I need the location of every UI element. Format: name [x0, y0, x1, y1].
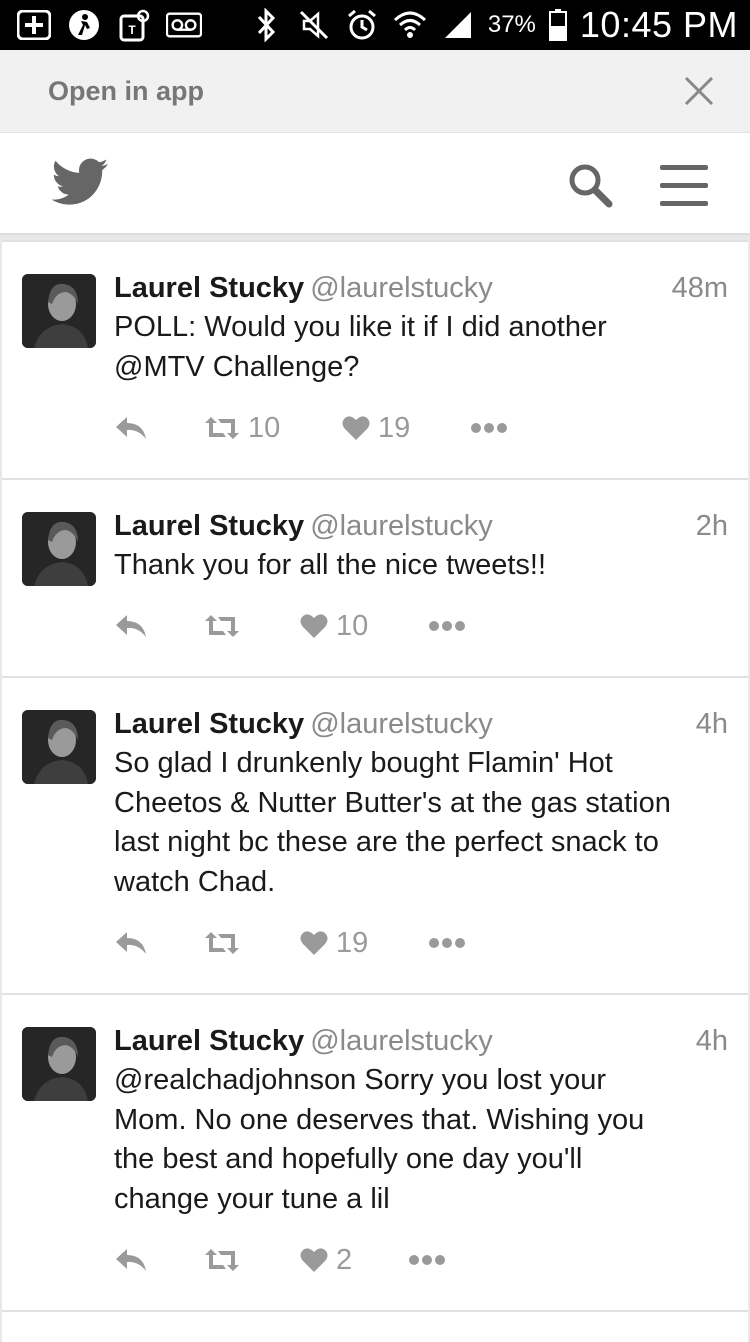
tweet-text-line: change your tune a lil	[114, 1182, 390, 1215]
tweet-timestamp[interactable]: 48m	[672, 270, 728, 306]
more-icon	[471, 423, 507, 433]
reply-icon	[116, 615, 146, 637]
more-icon	[429, 938, 465, 948]
author-handle[interactable]: @laurelstucky	[310, 1025, 493, 1057]
like-button[interactable]: 10	[300, 610, 428, 643]
author-handle[interactable]: @laurelstucky	[310, 708, 493, 740]
status-bar: T 37% 10:45 PM	[0, 0, 750, 50]
like-button[interactable]: 2	[300, 1244, 408, 1277]
carrier-app-icon: T	[116, 8, 152, 42]
heart-icon	[300, 1248, 328, 1272]
tweet-text-line: the best and hopefully one day you'll	[114, 1143, 583, 1175]
avatar[interactable]	[22, 710, 96, 784]
like-count: 2	[336, 1243, 353, 1276]
bluetooth-icon	[248, 8, 284, 42]
more-icon	[409, 1255, 445, 1265]
author-name[interactable]: Laurel Stucky	[114, 510, 304, 542]
retweet-button[interactable]: 10	[204, 412, 342, 445]
retweet-button[interactable]	[204, 930, 300, 956]
heart-icon	[300, 614, 328, 638]
mute-vibrate-icon	[296, 8, 332, 42]
avatar[interactable]	[22, 274, 96, 348]
wifi-icon	[392, 8, 428, 42]
like-count: 19	[336, 926, 369, 959]
reply-button[interactable]	[114, 415, 204, 441]
more-options-button[interactable]	[428, 937, 466, 949]
retweet-icon	[205, 417, 239, 439]
tweet[interactable]: Laurel Stucky @laurelstucky 4h @realchadj…	[2, 993, 748, 1310]
reply-button[interactable]	[114, 1247, 204, 1273]
tweet-timeline: Laurel Stucky @laurelstucky 48m POLL: Wou…	[0, 240, 750, 1342]
signal-icon	[440, 8, 476, 42]
clock: 10:45 PM	[579, 4, 738, 45]
tweet[interactable]: Laurel Stucky @laurelstucky 4h So glad I …	[2, 676, 748, 993]
twitter-bird-icon[interactable]	[51, 157, 110, 209]
tweet-text-line: POLL: Would you like it if I did another	[114, 311, 607, 343]
author-handle[interactable]: @laurelstucky	[310, 510, 493, 542]
tweet[interactable]: Laurel Stucky @laurelstucky 48m POLL: Wou…	[2, 240, 748, 478]
heart-icon	[342, 416, 370, 440]
tweet[interactable]	[2, 1310, 748, 1342]
voicemail-icon	[166, 8, 202, 42]
like-count: 19	[378, 411, 411, 444]
tweet-actions: 2	[114, 1240, 728, 1280]
tweet-text: @realchadjohnson Sorry you lost your Mom…	[114, 1061, 728, 1219]
reply-button[interactable]	[114, 930, 204, 956]
more-options-button[interactable]	[428, 620, 466, 632]
tweet-timestamp[interactable]: 4h	[696, 1023, 728, 1059]
author-name[interactable]: Laurel Stucky	[114, 1025, 304, 1057]
author-handle[interactable]: @laurelstucky	[310, 272, 493, 304]
retweet-icon	[205, 932, 239, 954]
tweet-actions: 19	[114, 923, 728, 963]
tweet[interactable]: Laurel Stucky @laurelstucky 2h Thank you …	[2, 478, 748, 676]
reply-icon	[116, 1249, 146, 1271]
tweet-timestamp[interactable]: 2h	[696, 508, 728, 544]
search-icon[interactable]	[566, 161, 614, 209]
tweet-actions: 10 19	[114, 408, 728, 448]
svg-text:T: T	[128, 23, 136, 37]
tweet-text-line: So glad I drunkenly bought Flamin' Hot	[114, 747, 613, 779]
retweet-button[interactable]	[204, 613, 300, 639]
add-notification-icon	[16, 8, 52, 42]
tweet-text-line: Thank you for all the nice tweets!!	[114, 549, 546, 581]
tweet-text-line: Mom. No one deserves that. Wishing you	[114, 1103, 645, 1136]
open-in-app-banner[interactable]: Open in app	[0, 50, 750, 133]
alarm-icon	[344, 8, 380, 42]
tweet-text: So glad I drunkenly bought Flamin' Hot C…	[114, 744, 728, 902]
battery-icon	[548, 8, 568, 42]
close-icon[interactable]	[680, 72, 718, 110]
reply-button[interactable]	[114, 613, 204, 639]
like-button[interactable]: 19	[300, 927, 428, 960]
author-name[interactable]: Laurel Stucky	[114, 708, 304, 740]
open-in-app-label[interactable]: Open in app	[48, 76, 204, 107]
heart-icon	[300, 931, 328, 955]
more-icon	[429, 621, 465, 631]
tweet-text: Thank you for all the nice tweets!!	[114, 546, 728, 586]
tweet-text-line: Cheetos & Nutter Butter's at the gas sta…	[114, 786, 671, 819]
reply-icon	[116, 932, 146, 954]
more-options-button[interactable]	[470, 422, 508, 434]
app-header	[0, 133, 750, 235]
more-options-button[interactable]	[408, 1254, 446, 1266]
tweet-text-line: @realchadjohnson Sorry you lost your	[114, 1064, 607, 1096]
tweet-text: POLL: Would you like it if I did another…	[114, 308, 728, 387]
author-name[interactable]: Laurel Stucky	[114, 272, 304, 304]
retweet-icon	[205, 1249, 239, 1271]
tweet-timestamp[interactable]: 4h	[696, 706, 728, 742]
retweet-count: 10	[248, 411, 281, 444]
retweet-icon	[205, 615, 239, 637]
tweet-text-line: @MTV Challenge?	[114, 350, 360, 383]
like-button[interactable]: 19	[342, 412, 470, 445]
tweet-text-line: last night bc these are the perfect snac…	[114, 826, 659, 858]
reply-icon	[116, 417, 146, 439]
tweet-text-line: watch Chad.	[114, 865, 276, 898]
retweet-button[interactable]	[204, 1247, 300, 1273]
tweet-actions: 10	[114, 606, 728, 646]
avatar[interactable]	[22, 1027, 96, 1101]
menu-icon[interactable]	[658, 163, 710, 209]
avatar[interactable]	[22, 512, 96, 586]
battery-percent: 37%	[487, 11, 536, 38]
like-count: 10	[336, 609, 369, 642]
accessibility-icon	[66, 8, 102, 42]
